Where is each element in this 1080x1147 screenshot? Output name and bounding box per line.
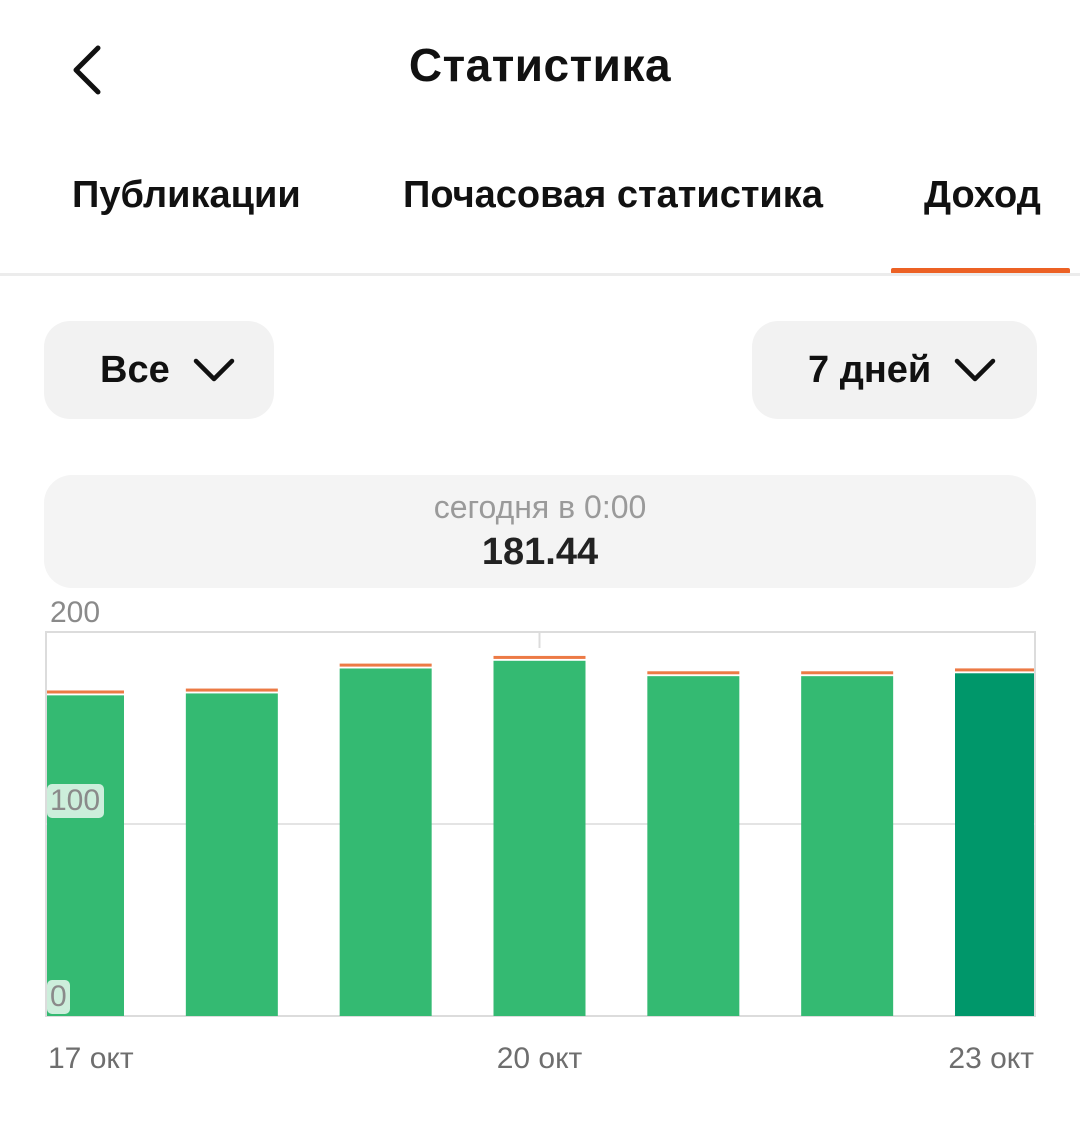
bar-secondary-segment bbox=[493, 655, 586, 659]
type-filter-label: Все bbox=[100, 348, 170, 391]
bar bbox=[647, 676, 740, 1016]
bar bbox=[493, 660, 586, 1016]
bar-secondary-segment bbox=[185, 688, 278, 692]
bar bbox=[339, 668, 432, 1016]
bar-secondary-segment bbox=[801, 671, 894, 675]
type-filter-dropdown[interactable]: Все bbox=[44, 321, 274, 419]
bar-secondary-segment bbox=[47, 690, 124, 694]
x-tick-label: 17 окт bbox=[48, 1042, 134, 1075]
bar-secondary-segment bbox=[955, 668, 1034, 672]
tabs-divider bbox=[0, 273, 1080, 276]
tooltip-caption: сегодня в 0:00 bbox=[433, 489, 647, 525]
page-title: Статистика bbox=[408, 39, 672, 91]
bar-secondary-segment bbox=[339, 663, 432, 667]
bar bbox=[801, 676, 894, 1016]
bar bbox=[185, 693, 278, 1016]
chevron-down-icon bbox=[192, 357, 236, 383]
income-statistics-screen: Статистика Публикации Почасовая статисти… bbox=[0, 0, 1080, 1147]
tab-publications[interactable]: Публикации bbox=[72, 174, 301, 217]
period-filter-dropdown[interactable]: 7 дней bbox=[752, 321, 1037, 419]
tooltip-value: 181.44 bbox=[481, 531, 599, 573]
chart-tooltip: сегодня в 0:00 181.44 bbox=[44, 475, 1036, 588]
income-bar-chart[interactable]: 0 100 200 17 окт 20 окт 23 окт bbox=[0, 590, 1080, 1090]
tab-income[interactable]: Доход bbox=[924, 174, 1041, 217]
x-tick-label: 23 окт bbox=[948, 1042, 1034, 1075]
tab-bar: Публикации Почасовая статистика Доход bbox=[0, 160, 1080, 276]
income-chart[interactable]: 0 100 200 17 окт 20 окт 23 окт bbox=[0, 590, 1080, 1090]
y-tick-label: 200 bbox=[50, 596, 100, 629]
chevron-down-icon bbox=[953, 357, 997, 383]
x-tick-label: 20 окт bbox=[497, 1042, 583, 1075]
tab-hourly-statistics[interactable]: Почасовая статистика bbox=[403, 174, 823, 217]
bar bbox=[955, 673, 1034, 1016]
y-tick-label: 100 bbox=[50, 784, 100, 817]
y-tick-label: 0 bbox=[50, 980, 67, 1013]
bar bbox=[47, 695, 124, 1016]
period-filter-label: 7 дней bbox=[808, 348, 932, 391]
bar-secondary-segment bbox=[647, 671, 740, 675]
